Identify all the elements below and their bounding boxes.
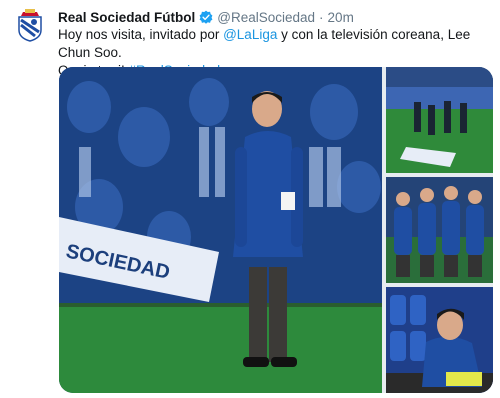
tweet[interactable]: Real Sociedad Fútbol @RealSociedad · 20m…	[0, 0, 500, 398]
club-crest-icon	[18, 9, 42, 42]
verified-badge-icon	[199, 10, 213, 24]
avatar[interactable]	[13, 8, 47, 42]
display-name[interactable]: Real Sociedad Fútbol	[58, 10, 195, 25]
timestamp[interactable]: 20m	[328, 10, 354, 25]
mention-link[interactable]: @LaLiga	[223, 27, 277, 42]
separator-dot: ·	[319, 9, 324, 25]
handle[interactable]: @RealSociedad	[217, 10, 315, 25]
tweet-text-part1: Hoy nos visita, invitado por	[58, 27, 224, 42]
media-grid: SOCIEDAD	[59, 67, 493, 393]
media-photo-2[interactable]	[386, 67, 493, 173]
tweet-header: Real Sociedad Fútbol @RealSociedad · 20m	[58, 8, 354, 26]
media-photo-4[interactable]	[386, 287, 493, 393]
media-photo-3[interactable]	[386, 177, 493, 283]
media-photo-1[interactable]: SOCIEDAD	[59, 67, 382, 393]
